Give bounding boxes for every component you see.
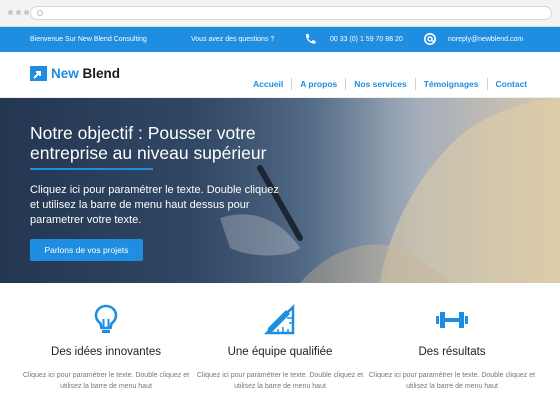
logo-mark-icon bbox=[30, 66, 47, 81]
feature-title: Des idées innovantes bbox=[51, 346, 161, 358]
feature-text: Cliquez ici pour paramétrer le texte. Do… bbox=[22, 372, 190, 390]
feature-card: Des idées innovantes Cliquez ici pour pa… bbox=[21, 303, 191, 392]
window-dot[interactable] bbox=[24, 10, 29, 15]
nav-item-accueil[interactable]: Accueil bbox=[245, 78, 291, 90]
feature-text: Cliquez ici pour paramétrer le texte. Do… bbox=[196, 372, 364, 390]
nav-item-a-propos[interactable]: A propos bbox=[291, 78, 345, 90]
contact-projects-button[interactable]: Parlons de vos projets bbox=[30, 239, 143, 261]
window-controls bbox=[8, 10, 29, 15]
hero-title: Notre objectif : Pousser votre entrepris… bbox=[30, 123, 267, 163]
dumbbell-icon bbox=[436, 312, 468, 328]
nav-item-contact[interactable]: Contact bbox=[486, 78, 536, 90]
question-text: Vous avez des questions ? bbox=[191, 36, 275, 43]
logo-text: New Blend bbox=[51, 66, 120, 81]
hero-banner: Notre objectif : Pousser votre entrepris… bbox=[0, 98, 560, 283]
logo-text-part2: Blend bbox=[82, 66, 121, 81]
nav-item-temoignages[interactable]: Témoignages bbox=[414, 78, 487, 90]
window-dot[interactable] bbox=[8, 10, 13, 15]
feature-card: Des résultats Cliquez ici pour paramétre… bbox=[367, 303, 537, 392]
features-section: Des idées innovantes Cliquez ici pour pa… bbox=[0, 283, 560, 407]
email-address[interactable]: noreply@newblend.com bbox=[448, 36, 523, 43]
nav-menu: Accueil A propos Nos services Témoignage… bbox=[245, 78, 535, 90]
hero-divider bbox=[30, 168, 153, 170]
top-info-bar: Bienvenue Sur New Blend Consulting Vous … bbox=[0, 27, 560, 52]
nav-item-nos-services[interactable]: Nos services bbox=[345, 78, 414, 90]
window-dot[interactable] bbox=[16, 10, 21, 15]
main-navigation: New Blend Accueil A propos Nos services … bbox=[0, 52, 560, 98]
site-icon bbox=[37, 10, 43, 16]
address-bar[interactable] bbox=[30, 6, 552, 20]
feature-title: Des résultats bbox=[418, 346, 486, 358]
logo-text-part1: New bbox=[51, 66, 79, 81]
phone-number[interactable]: 00 33 (0) 1 59 70 88 20 bbox=[330, 36, 403, 43]
hero-text: Cliquez ici pour paramétrer le texte. Do… bbox=[30, 184, 279, 226]
feature-title: Une équipe qualifiée bbox=[227, 346, 333, 358]
feature-card: Une équipe qualifiée Cliquez ici pour pa… bbox=[195, 303, 365, 392]
site-logo[interactable]: New Blend bbox=[30, 66, 120, 81]
phone-icon bbox=[305, 34, 316, 44]
pencil-ruler-icon bbox=[263, 303, 295, 335]
browser-chrome bbox=[0, 0, 560, 27]
lightbulb-icon bbox=[94, 304, 118, 333]
at-sign-icon bbox=[424, 33, 436, 45]
feature-text: Cliquez ici pour paramétrer le texte. Do… bbox=[368, 372, 536, 390]
browser-window: Bienvenue Sur New Blend Consulting Vous … bbox=[0, 0, 560, 407]
welcome-text: Bienvenue Sur New Blend Consulting bbox=[30, 36, 147, 43]
